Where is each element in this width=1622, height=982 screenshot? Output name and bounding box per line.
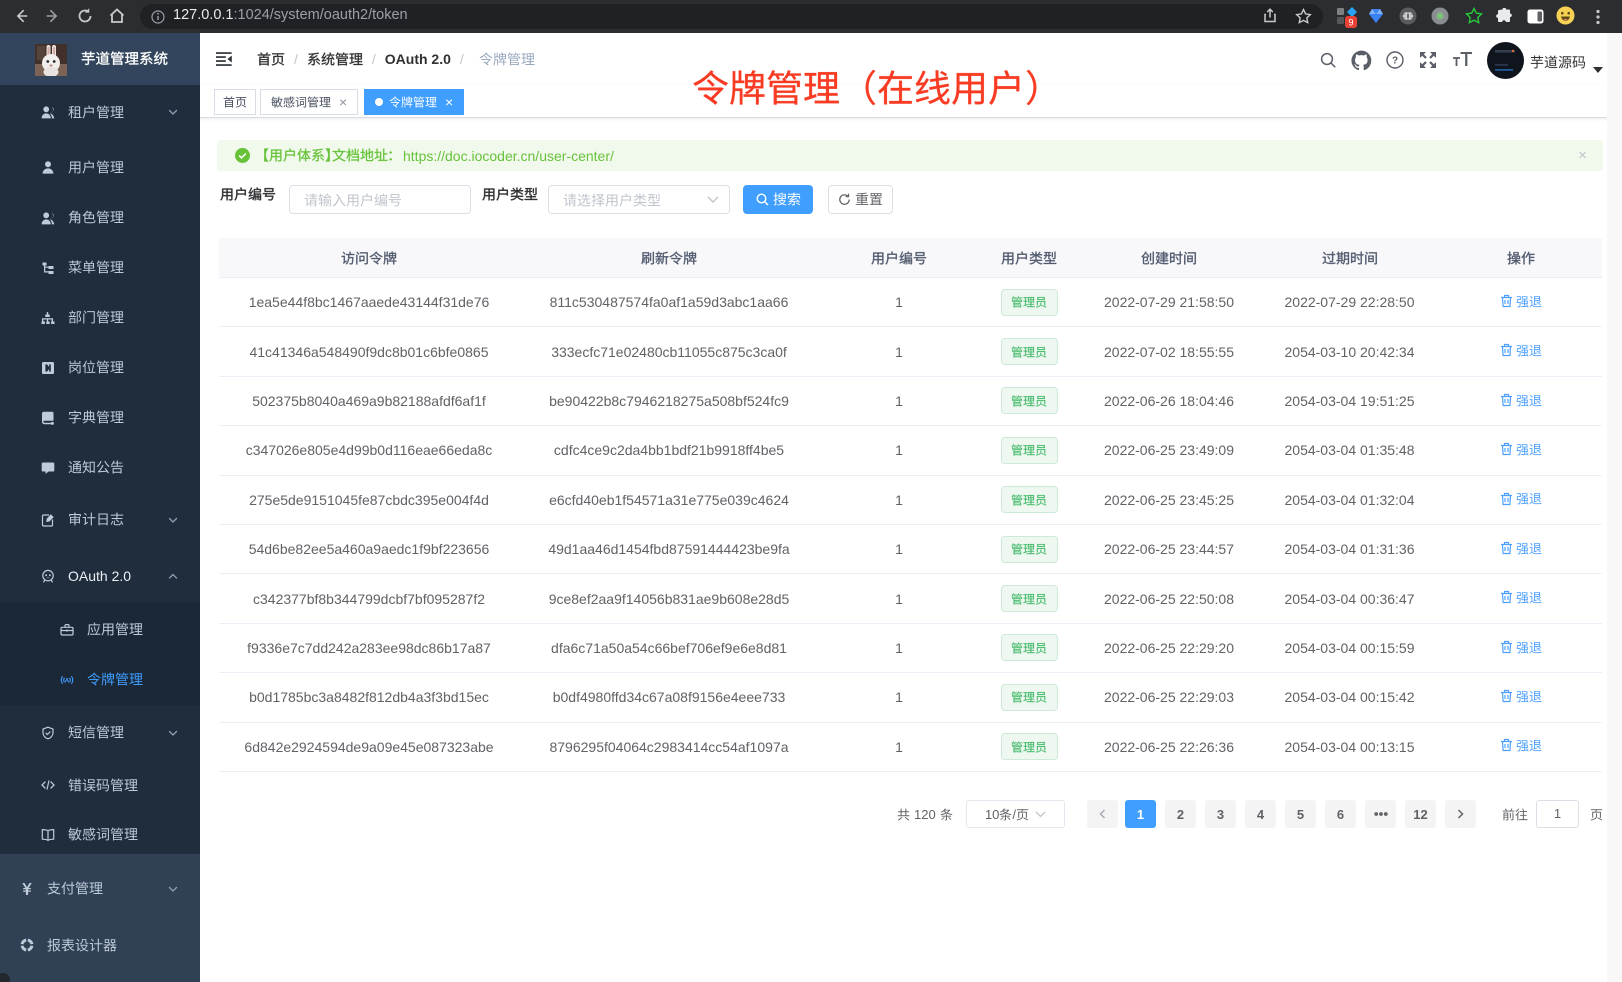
svg-text:?: ? (1392, 56, 1398, 67)
svg-text:9: 9 (1348, 18, 1353, 28)
svg-text:A: A (65, 677, 70, 684)
